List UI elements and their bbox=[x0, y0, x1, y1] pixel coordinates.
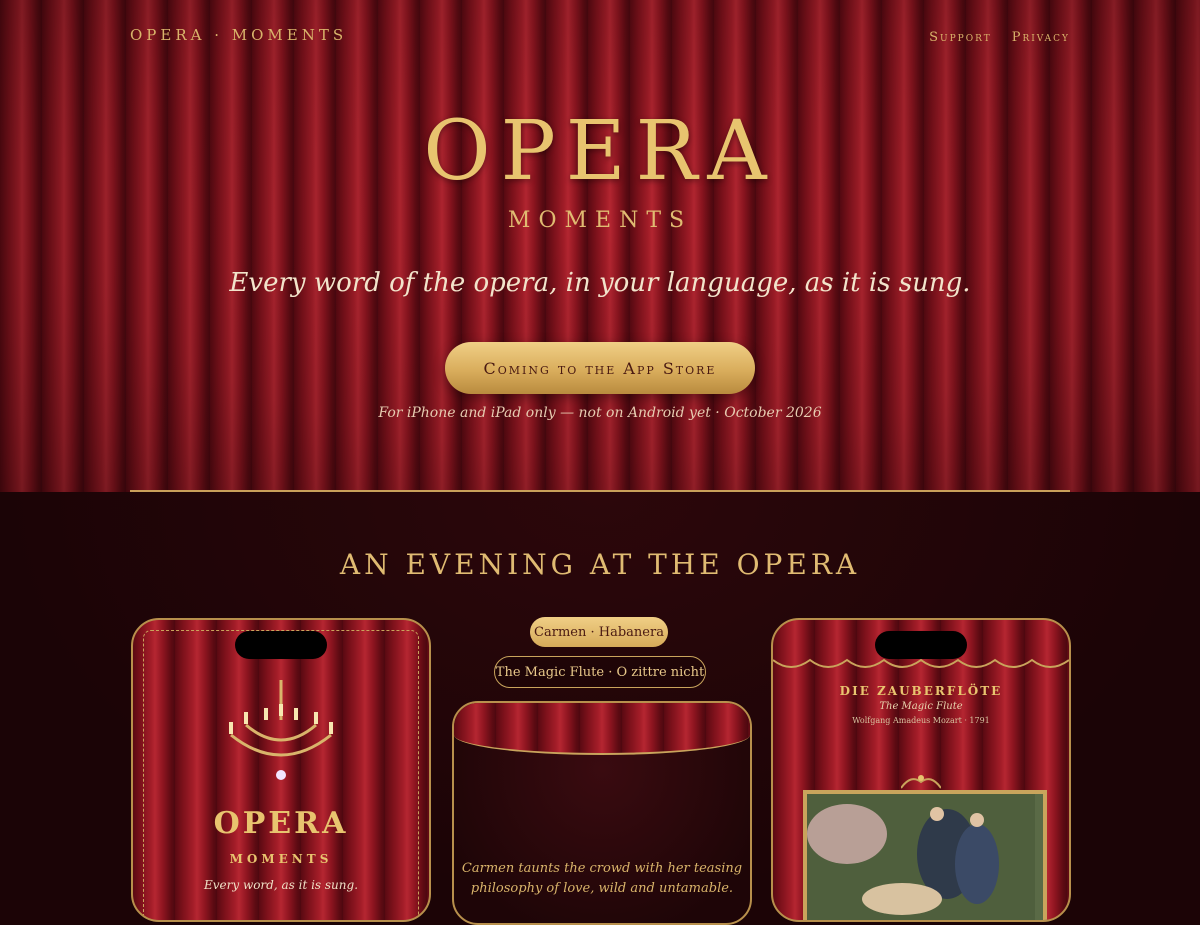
opera-credit: Wolfgang Amadeus Mozart · 1791 bbox=[852, 716, 990, 725]
phone-mockup-subtitle-screen: Carmen taunts the crowd with her teasing… bbox=[452, 701, 752, 925]
hero-title: OPERA bbox=[423, 104, 777, 199]
section-title: AN EVENING AT THE OPERA bbox=[339, 548, 861, 581]
phone-mockup-title-screen: OPERA MOMENTS Every word, as it is sung. bbox=[131, 618, 431, 922]
opera-title: DIE ZAUBERFLÖTE bbox=[839, 684, 1003, 698]
phone-notch bbox=[235, 631, 327, 659]
phone-app-tagline: Every word, as it is sung. bbox=[203, 878, 359, 892]
phone-mockup-opera-detail: DIE ZAUBERFLÖTE The Magic Flute Wolfgang… bbox=[771, 618, 1071, 922]
chandelier-icon bbox=[229, 680, 333, 780]
nav-link-support[interactable]: Support bbox=[929, 30, 992, 45]
availability-note: For iPhone and iPad only — not on Androi… bbox=[378, 405, 822, 421]
curtain-valance bbox=[454, 703, 750, 755]
opera-painting bbox=[803, 790, 1047, 920]
opera-subtitle: The Magic Flute bbox=[879, 701, 963, 712]
painting-scene-icon bbox=[807, 794, 1035, 920]
ornament-icon bbox=[901, 775, 941, 789]
nav-link-privacy[interactable]: Privacy bbox=[1012, 30, 1070, 45]
phone-app-title: OPERA bbox=[213, 806, 349, 841]
caption-line-2: philosophy of love, wild and untamable. bbox=[470, 881, 734, 896]
hero-subtitle: MOMENTS bbox=[507, 208, 693, 233]
app-store-button[interactable]: Coming to the App Store bbox=[445, 342, 755, 394]
nav-links: Support Privacy bbox=[929, 30, 1070, 45]
caption-line-1: Carmen taunts the crowd with her teasing bbox=[461, 861, 743, 876]
opera-chip-carmen[interactable]: Carmen · Habanera bbox=[530, 617, 668, 647]
phone-notch bbox=[875, 631, 967, 659]
hero-tagline: Every word of the opera, in your languag… bbox=[229, 268, 971, 298]
opera-chip-magic-flute[interactable]: The Magic Flute · O zittre nicht bbox=[494, 656, 706, 688]
phone-app-subtitle: MOMENTS bbox=[229, 852, 333, 866]
gold-divider bbox=[130, 490, 1070, 492]
brand-logo[interactable]: OPERA · MOMENTS bbox=[130, 26, 347, 44]
subtitle-caption: Carmen taunts the crowd with her teasing… bbox=[454, 859, 750, 899]
